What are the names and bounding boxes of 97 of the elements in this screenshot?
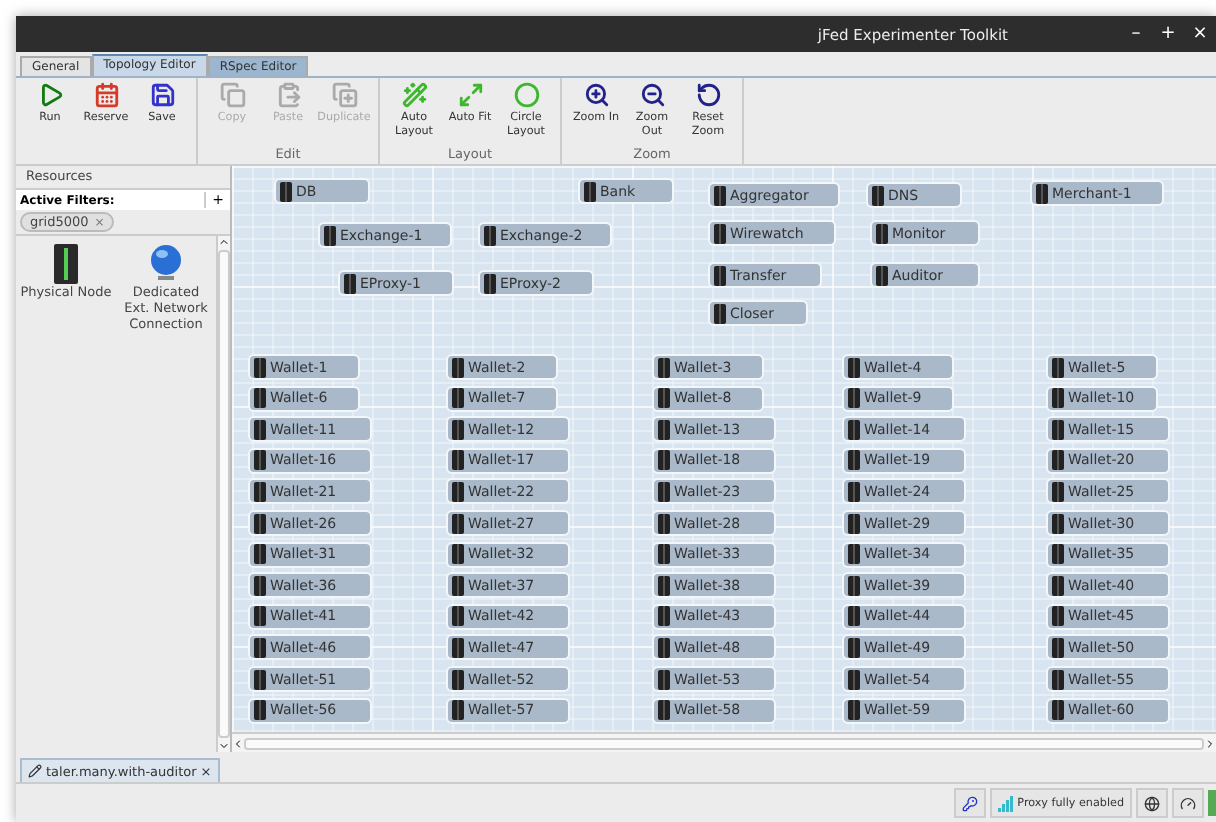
server-icon [848,388,860,409]
server-icon [876,265,888,285]
server-icon [452,513,464,533]
window-control[interactable]: + [1152,24,1184,44]
server-icon [658,637,670,658]
server-icon [452,481,464,502]
server-icon [848,575,860,596]
zoom-in-icon [583,82,609,108]
server-icon [658,700,670,721]
server-icon [254,606,266,627]
server-icon [848,419,860,440]
server-icon [452,669,464,689]
edit-icon [28,764,42,778]
server-icon [658,606,670,627]
circle-icon [513,82,539,108]
key-icon [961,795,978,811]
server-icon [452,700,464,721]
gauge-icon [1180,795,1196,811]
server-icon [254,481,266,502]
server-icon [658,450,670,471]
server-icon [1052,419,1064,440]
reset-icon [695,82,721,108]
server-icon [254,544,266,565]
server-icon [254,388,266,409]
server-icon[interactable] [48,244,84,284]
server-icon [254,513,266,533]
server-icon [848,700,860,721]
server-icon [452,388,464,409]
wand-icon [401,82,427,108]
gauge-button[interactable] [1172,788,1204,818]
server-icon [452,357,464,377]
server-icon [848,637,860,658]
server-icon [254,357,266,377]
server-icon [584,181,596,201]
server-icon [848,606,860,627]
server-icon [1052,513,1064,533]
server-icon [452,606,464,627]
server-icon [344,273,356,293]
globe-icon[interactable] [148,244,184,284]
server-icon [848,357,860,377]
server-icon [254,575,266,596]
server-icon [254,669,266,689]
server-icon [280,181,292,201]
key-button[interactable] [953,788,986,818]
globe-button[interactable] [1136,788,1168,818]
expand-icon [457,82,483,108]
server-icon [1052,637,1064,658]
server-icon [324,225,336,245]
server-icon [254,450,266,471]
server-icon [658,357,670,377]
server-icon [254,419,266,440]
server-icon [1052,700,1064,721]
server-icon [1036,183,1048,203]
server-icon [1052,669,1064,689]
server-icon [848,450,860,471]
server-icon [254,637,266,658]
copy-icon [219,82,245,108]
server-icon [254,700,266,721]
server-icon [1052,450,1064,471]
zoom-out-icon [639,82,665,108]
scroll-down-icon[interactable] [218,740,230,752]
paste-icon [275,82,301,108]
server-icon [484,273,496,293]
server-icon [658,419,670,440]
server-icon [452,637,464,658]
calendar-icon [93,82,119,108]
window-control[interactable]: – [1120,24,1152,44]
server-icon [1052,388,1064,409]
server-icon [658,575,670,596]
duplicate-icon [331,82,357,108]
window-control[interactable]: × [1184,24,1216,44]
scroll-left-icon[interactable] [232,737,244,749]
server-icon [452,419,464,440]
globe-icon [1144,795,1160,811]
server-icon [658,669,670,689]
play-icon [37,82,63,108]
server-icon [658,481,670,502]
server-icon [1052,481,1064,502]
server-icon [1052,357,1064,377]
signal-icon [997,795,1014,811]
server-icon [452,544,464,565]
server-icon [1052,544,1064,565]
server-icon [452,450,464,471]
server-icon [848,481,860,502]
server-icon [848,669,860,689]
server-icon [484,225,496,245]
scroll-right-icon[interactable] [1204,737,1216,749]
server-icon [658,513,670,533]
save-icon [149,82,175,108]
server-icon [658,544,670,565]
server-icon [848,513,860,533]
server-icon [848,544,860,565]
scroll-up-icon[interactable] [218,236,230,248]
server-icon [1052,575,1064,596]
server-icon [658,388,670,409]
server-icon [1052,606,1064,627]
server-icon [452,575,464,596]
